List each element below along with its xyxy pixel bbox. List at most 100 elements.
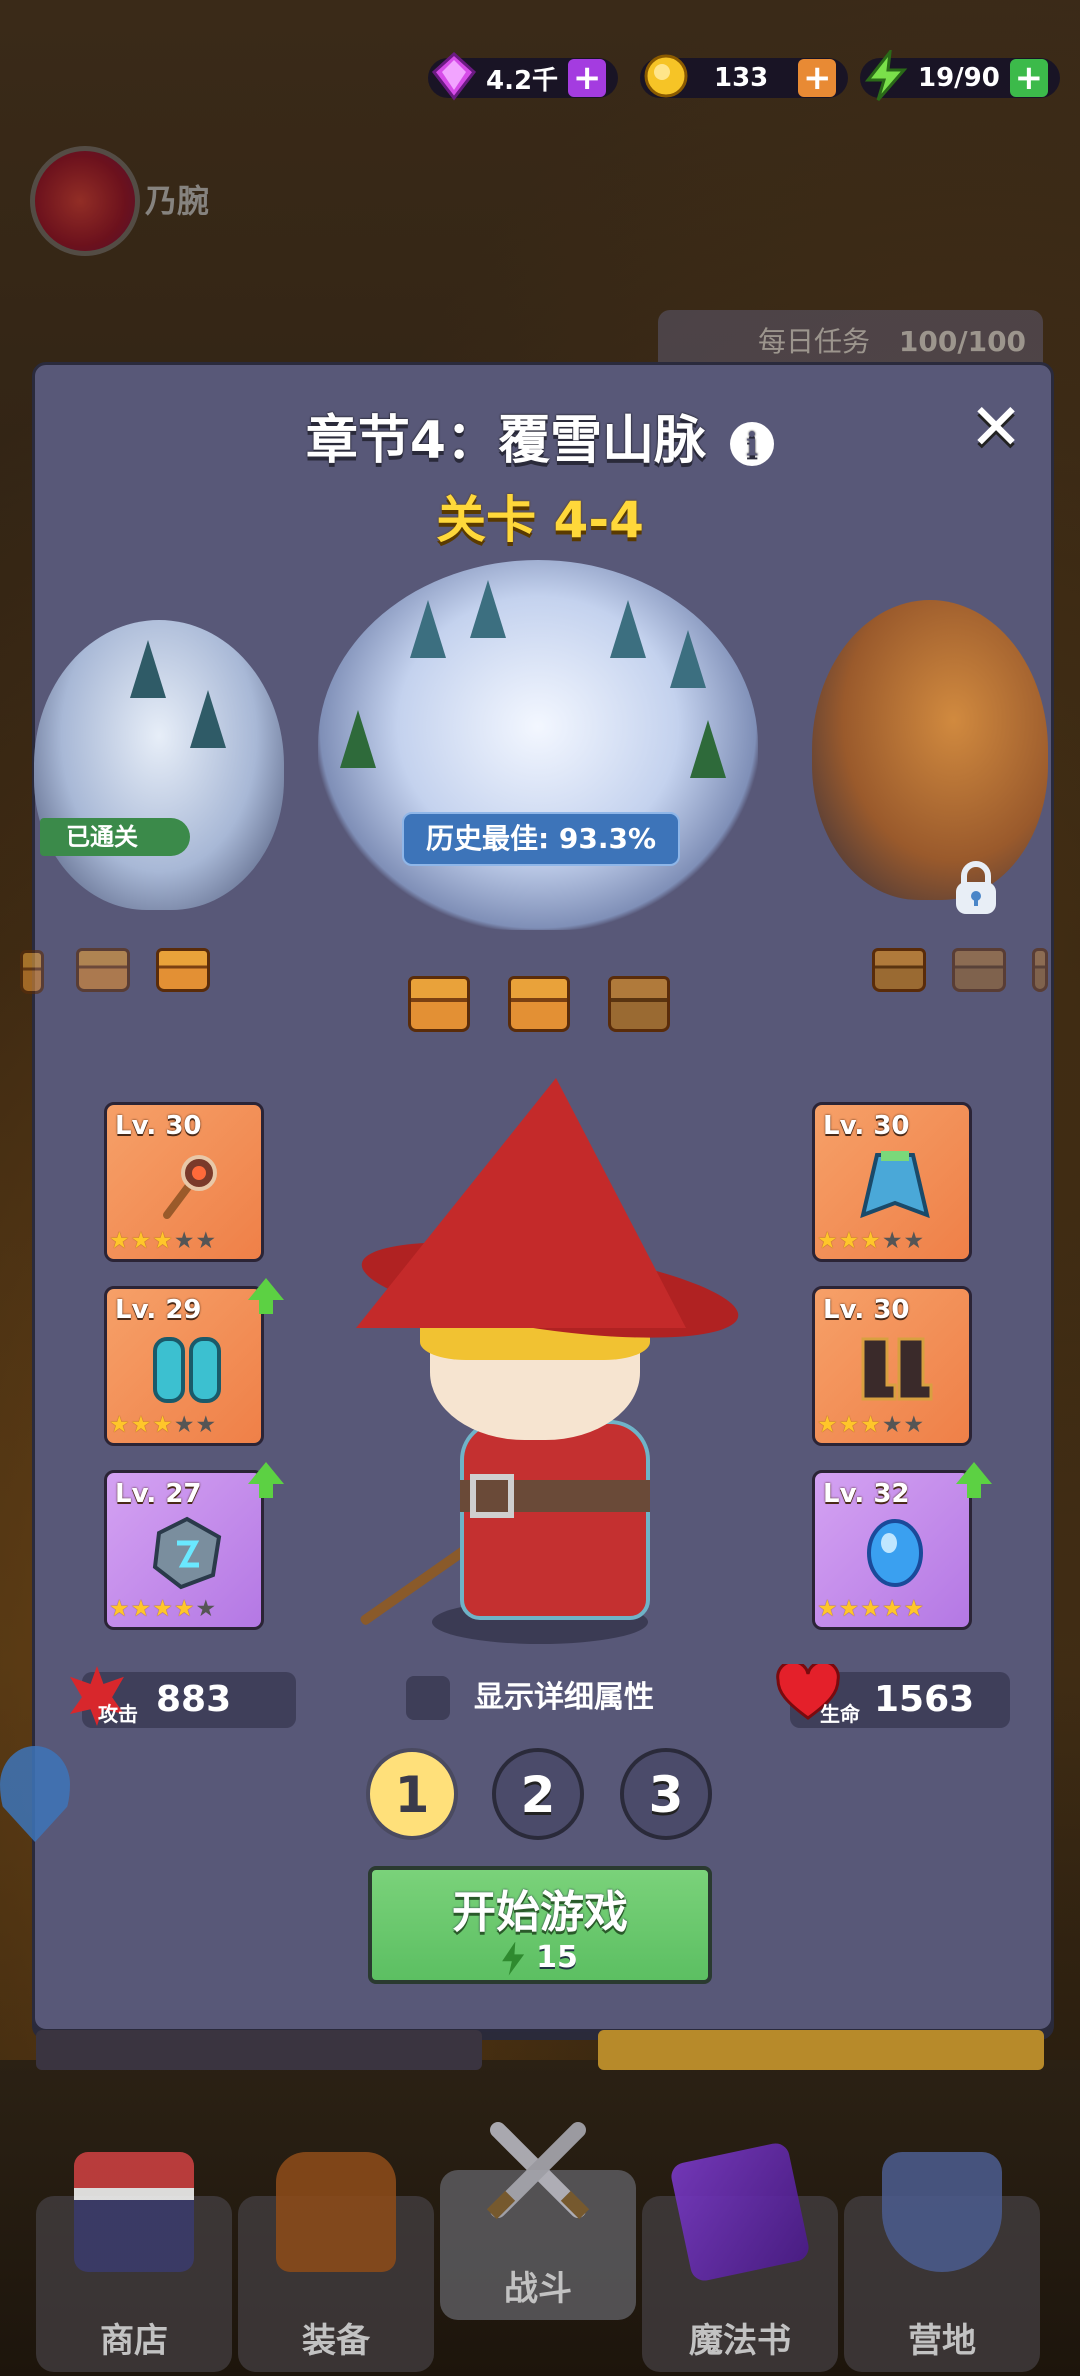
add-energy-button[interactable]: + xyxy=(1009,58,1048,98)
character-buckle xyxy=(470,1474,514,1518)
character-robe xyxy=(460,1420,650,1620)
gems-value: 4.2千 xyxy=(486,65,559,96)
tree-icon xyxy=(670,630,706,688)
info-icon[interactable]: i xyxy=(730,422,775,466)
gem-icon xyxy=(431,51,477,101)
star-rating: ★ ★ ★ ★ ★ xyxy=(109,1228,217,1254)
loadout-1-button[interactable]: 1 xyxy=(366,1748,458,1840)
lock-icon xyxy=(956,861,996,914)
equipment-slot-cape[interactable]: Lv. 30 ★ ★ ★ ★ ★ xyxy=(812,1102,972,1262)
detail-toggle-label[interactable]: 显示详细属性 xyxy=(474,1676,654,1720)
equipment-slot-rune[interactable]: Lv. 27 ★ ★ ★ ★ ★ xyxy=(104,1470,264,1630)
crossed-swords-icon xyxy=(486,2122,590,2220)
cape-icon xyxy=(860,1151,930,1219)
equipment-slot-armor[interactable]: Lv. 29 ★ ★ ★ ★ ★ xyxy=(104,1286,264,1446)
shield-crown-icon xyxy=(882,2152,1002,2272)
energy-cost: 15 xyxy=(536,1940,578,1975)
nav-camp[interactable]: 营地 xyxy=(844,2152,1040,2372)
hp-stat: 生命 1563 xyxy=(776,1664,1010,1728)
background-panel xyxy=(36,2030,482,2070)
chapter-title: 章节4：覆雪山脉 i xyxy=(0,398,1080,473)
lightning-icon xyxy=(502,1941,525,1976)
background-panel xyxy=(598,2030,1044,2070)
loadout-2-button[interactable]: 2 xyxy=(492,1748,584,1840)
tree-icon xyxy=(690,720,726,778)
attack-stat: 攻击 883 xyxy=(70,1666,296,1728)
daily-quest-progress: 100/100 xyxy=(898,325,1027,358)
boots-icon xyxy=(861,1337,933,1401)
close-button[interactable]: ✕ xyxy=(966,396,1026,460)
shop-icon xyxy=(74,2152,194,2272)
upgrade-arrow-icon xyxy=(956,1462,992,1498)
coins-value: 133 xyxy=(714,63,769,93)
chest-icon xyxy=(20,950,44,994)
chest-icon xyxy=(76,948,130,992)
island-next-stage[interactable] xyxy=(812,600,1048,900)
tree-icon xyxy=(610,600,646,658)
daily-quest-label: 每日任务 xyxy=(758,325,871,358)
stage-label: 关卡 4-4 xyxy=(436,491,644,549)
equipment-level: Lv. 30 xyxy=(823,1295,910,1325)
nav-battle-label: 战斗 xyxy=(504,2269,572,2309)
hp-label: 生命 xyxy=(820,1702,860,1726)
blue-gem-icon xyxy=(867,1519,923,1587)
nav-spellbook-label: 魔法书 xyxy=(689,2321,791,2361)
backpack-icon xyxy=(276,2152,396,2272)
avatar[interactable] xyxy=(30,146,140,256)
upgrade-arrow-icon xyxy=(248,1278,284,1314)
chest-icon xyxy=(952,948,1006,992)
tree-icon xyxy=(190,690,226,748)
chest-icon xyxy=(1032,948,1048,992)
nav-camp-label: 营地 xyxy=(908,2321,976,2361)
rune-stone-icon xyxy=(152,1516,222,1590)
nav-equipment[interactable]: 装备 xyxy=(238,2152,434,2372)
tree-icon xyxy=(410,600,446,658)
energy-value: 19/90 xyxy=(918,63,1000,93)
star-rating: ★ ★ ★ ★ ★ xyxy=(109,1412,217,1438)
wizard-character xyxy=(356,1078,686,1328)
tree-icon xyxy=(130,640,166,698)
equipment-slot-boots[interactable]: Lv. 30 ★ ★ ★ ★ ★ xyxy=(812,1286,972,1446)
equipment-level: Lv. 30 xyxy=(823,1111,910,1141)
equipment-level: Lv. 27 xyxy=(115,1479,202,1509)
attack-value: 883 xyxy=(156,1679,232,1720)
best-record-badge: 历史最佳: 93.3% xyxy=(402,812,680,866)
spellbook-icon xyxy=(668,2140,812,2284)
nav-shop[interactable]: 商店 xyxy=(36,2152,232,2372)
start-game-label: 开始游戏 xyxy=(452,1887,628,1938)
boots-armor-icon xyxy=(153,1337,221,1403)
nav-equipment-label: 装备 xyxy=(302,2321,370,2361)
nav-spellbook[interactable]: 魔法书 xyxy=(642,2140,838,2372)
equipment-level: Lv. 29 xyxy=(115,1295,202,1325)
equipment-slot-weapon[interactable]: Lv. 30 ★ ★ ★ ★ ★ xyxy=(104,1102,264,1262)
tree-icon xyxy=(470,580,506,638)
star-rating: ★ ★ ★ ★ ★ xyxy=(817,1228,925,1254)
equipment-level: Lv. 32 xyxy=(823,1479,910,1509)
add-gems-button[interactable]: + xyxy=(568,58,607,98)
cleared-badge: 已通关 xyxy=(40,818,190,856)
upgrade-arrow-icon xyxy=(248,1462,284,1498)
chest-icon[interactable] xyxy=(608,976,670,1032)
coins-counter: 133 + xyxy=(640,54,849,100)
attack-label: 攻击 xyxy=(98,1702,138,1726)
coin-icon xyxy=(644,54,688,98)
chest-icon xyxy=(872,948,926,992)
loadout-3-button[interactable]: 3 xyxy=(620,1748,712,1840)
gems-counter: 4.2千 + xyxy=(428,51,619,101)
star-rating: ★ ★ ★ ★ ★ xyxy=(817,1596,925,1622)
chapter-title-text: 章节4：覆雪山脉 xyxy=(305,411,707,471)
detail-checkbox[interactable] xyxy=(406,1676,450,1720)
chest-icon[interactable] xyxy=(408,976,470,1032)
nav-shop-label: 商店 xyxy=(100,2321,168,2361)
chest-icon xyxy=(156,948,210,992)
add-coins-button[interactable]: + xyxy=(798,58,837,98)
equipment-level: Lv. 30 xyxy=(115,1111,202,1141)
hp-value: 1563 xyxy=(874,1679,975,1720)
chest-icon[interactable] xyxy=(508,976,570,1032)
energy-counter: 19/90 + xyxy=(860,50,1060,101)
start-game-button[interactable]: 开始游戏 15 xyxy=(368,1866,712,1984)
nav-battle[interactable]: 战斗 xyxy=(440,2122,636,2320)
star-rating: ★ ★ ★ ★ ★ xyxy=(109,1596,217,1622)
star-rating: ★ ★ ★ ★ ★ xyxy=(817,1412,925,1438)
equipment-slot-gem[interactable]: Lv. 32 ★ ★ ★ ★ ★ xyxy=(812,1470,972,1630)
